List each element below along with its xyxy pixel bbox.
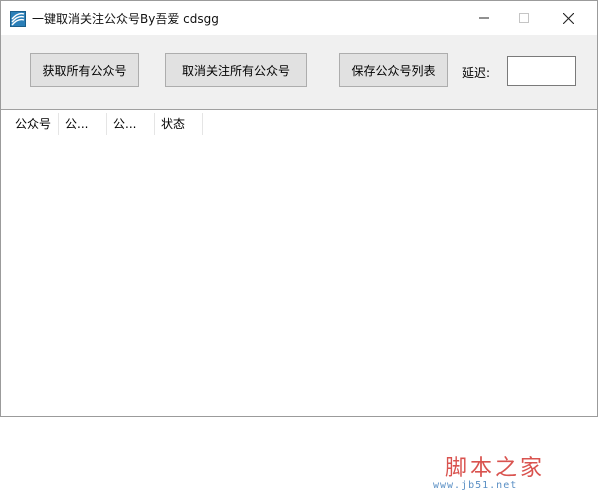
delay-input[interactable] — [507, 56, 576, 86]
toolbar: 获取所有公众号 取消关注所有公众号 保存公众号列表 延迟: — [1, 35, 597, 110]
close-button[interactable] — [545, 1, 591, 35]
maximize-icon — [519, 13, 529, 23]
column-header-2[interactable]: 公... — [59, 113, 107, 135]
account-list[interactable]: 公众号 公... 公... 状态 脚本之家 www.jb51.net — [1, 110, 597, 491]
delay-label: 延迟: — [462, 66, 491, 80]
app-icon — [10, 11, 26, 27]
column-header-3[interactable]: 公... — [107, 113, 155, 135]
title-bar[interactable]: 一键取消关注公众号By吾爱 cdsgg — [1, 1, 597, 35]
column-header-status[interactable]: 状态 — [155, 113, 203, 135]
unfollow-all-button[interactable]: 取消关注所有公众号 — [165, 53, 307, 87]
save-list-button[interactable]: 保存公众号列表 — [339, 53, 448, 87]
main-window: 一键取消关注公众号By吾爱 cdsgg 获取所有公众号 取消关注所有公众号 保存… — [0, 0, 598, 491]
fetch-all-button[interactable]: 获取所有公众号 — [30, 53, 139, 87]
column-header-account[interactable]: 公众号 — [9, 113, 59, 135]
watermark-title: 脚本之家 — [445, 456, 546, 481]
window-title: 一键取消关注公众号By吾爱 cdsgg — [32, 12, 219, 26]
minimize-icon — [479, 17, 489, 19]
list-header: 公众号 公... 公... 状态 — [9, 113, 203, 135]
watermark: 脚本之家 www.jb51.net — [433, 450, 573, 500]
maximize-button[interactable] — [501, 1, 547, 35]
watermark-url: www.jb51.net — [433, 480, 518, 491]
close-icon — [562, 12, 574, 24]
